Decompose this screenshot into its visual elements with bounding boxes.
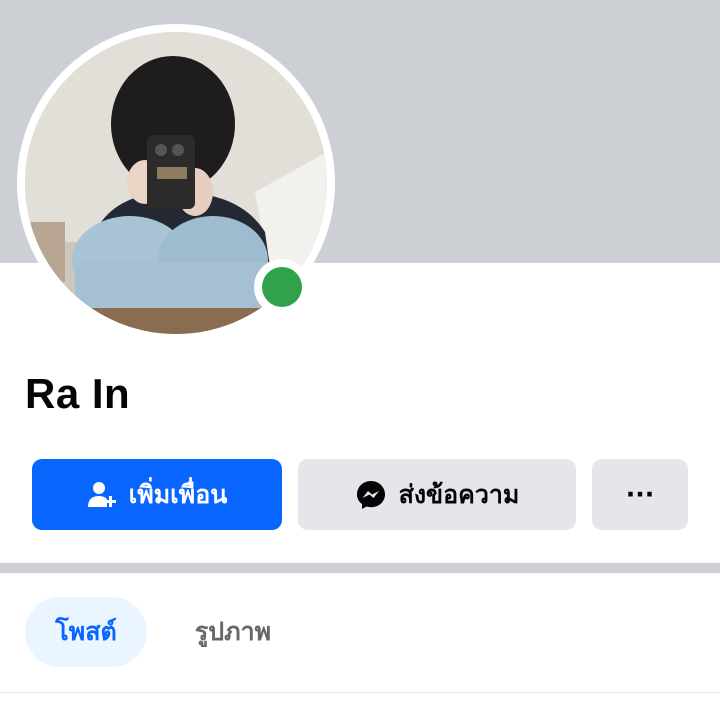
messenger-icon	[355, 479, 387, 511]
add-friend-icon	[87, 480, 117, 510]
more-options-button[interactable]: ···	[592, 459, 688, 530]
section-divider	[0, 563, 720, 573]
tabs-bottom-border	[0, 692, 720, 693]
tab-photos[interactable]: รูปภาพ	[170, 597, 296, 667]
profile-name: Ra In	[25, 370, 131, 417]
send-message-label: ส่งข้อความ	[398, 479, 520, 509]
online-status-indicator	[254, 259, 310, 315]
add-friend-button[interactable]: เพิ่มเพื่อน	[32, 459, 282, 530]
add-friend-label: เพิ่มเพื่อน	[128, 479, 228, 509]
tab-posts[interactable]: โพสต์	[25, 597, 147, 667]
send-message-button[interactable]: ส่งข้อความ	[298, 459, 576, 530]
more-options-icon: ···	[625, 480, 655, 509]
